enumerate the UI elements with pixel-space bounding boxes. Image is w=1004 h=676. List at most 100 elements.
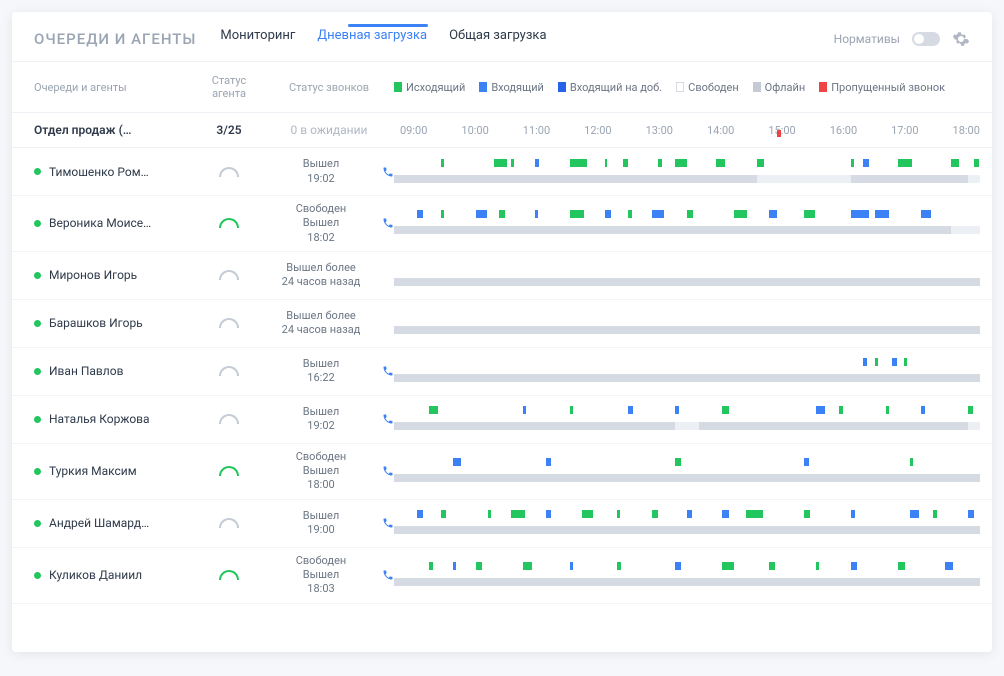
call-segment (875, 358, 879, 366)
call-segment (769, 210, 777, 218)
call-segment (441, 210, 445, 218)
call-status: Вышел19:00 (264, 509, 394, 538)
call-segment (570, 406, 573, 414)
status-arc-icon (219, 570, 239, 580)
tab-1[interactable]: Дневная загрузка (317, 28, 427, 49)
timeline (394, 155, 980, 189)
agent-name: Туркия Максим (34, 464, 194, 478)
phone-icon (382, 517, 394, 529)
call-segment (851, 159, 854, 167)
call-segment (769, 562, 775, 570)
call-status: Вышел19:02 (264, 405, 394, 434)
call-status: Вышел19:02 (264, 157, 394, 186)
call-segment (652, 210, 664, 218)
call-segment (488, 510, 492, 518)
agent-row[interactable]: Иван ПавловВышел16:22 (12, 348, 992, 396)
status-arc-icon (219, 167, 239, 177)
legend-item: Исходящий (394, 81, 465, 94)
availability-segment (394, 422, 675, 430)
call-segment (851, 562, 857, 570)
agent-row[interactable]: Миронов ИгорьВышел более24 часов назад (12, 252, 992, 300)
availability-segment (699, 422, 969, 430)
status-arc-icon (219, 518, 239, 528)
call-segment (921, 406, 925, 414)
phone-icon (382, 465, 394, 477)
call-segment (453, 562, 457, 570)
call-segment (417, 510, 423, 518)
status-arc-icon (219, 218, 239, 228)
call-segment (968, 510, 974, 518)
online-dot-icon (34, 220, 41, 227)
group-waiting: 0 в ожидании (264, 123, 394, 137)
call-segment (933, 510, 937, 518)
status-arc-icon (219, 366, 239, 376)
call-segment (570, 159, 588, 167)
agent-state (194, 218, 264, 228)
phone-icon (382, 166, 394, 178)
call-segment (523, 562, 532, 570)
legend: ИсходящийВходящийВходящий на доб.Свободе… (394, 81, 992, 94)
phone-icon (382, 217, 394, 229)
now-indicator (777, 130, 781, 137)
status-arc-icon (219, 318, 239, 328)
gear-icon[interactable] (952, 30, 970, 48)
call-segment (886, 406, 888, 414)
group-row[interactable]: Отдел продаж (… 3/25 0 в ожидании 09:001… (12, 113, 992, 148)
agent-row[interactable]: Барашков ИгорьВышел более24 часов назад (12, 300, 992, 348)
agent-row[interactable]: Тимошенко Ром…Вышел19:02 (12, 148, 992, 196)
legend-item: Пропущенный звонок (819, 81, 945, 94)
time-tick: 15:00 (768, 124, 795, 137)
agent-name: Иван Павлов (34, 364, 194, 378)
call-segment (851, 510, 855, 518)
call-segment (839, 406, 843, 414)
availability-segment (851, 175, 968, 183)
time-tick: 18:00 (953, 124, 980, 137)
timeline (394, 306, 980, 340)
call-status: Вышел более24 часов назад (264, 309, 394, 338)
status-arc-icon (219, 466, 239, 476)
legend-item: Свободен (676, 81, 739, 94)
call-segment (628, 210, 632, 218)
call-status: СвободенВышел18:02 (264, 202, 394, 245)
agent-row[interactable]: Андрей Шамард…Вышел19:00 (12, 500, 992, 548)
timeline (394, 258, 980, 292)
call-segment (675, 159, 687, 167)
call-segment (716, 159, 725, 167)
call-segment (687, 510, 692, 518)
call-status: СвободенВышел18:00 (264, 450, 394, 493)
call-segment (453, 458, 461, 466)
call-segment (658, 159, 663, 167)
agent-state (194, 466, 264, 476)
call-segment (687, 210, 693, 218)
call-segment (675, 562, 681, 570)
call-segment (951, 159, 960, 167)
norms-toggle[interactable] (912, 32, 940, 46)
online-dot-icon (34, 468, 41, 475)
phone-icon (382, 413, 394, 425)
tab-0[interactable]: Мониторинг (220, 28, 295, 49)
time-tick: 10:00 (461, 124, 488, 137)
online-dot-icon (34, 168, 41, 175)
group-status: 3/25 (194, 123, 264, 137)
call-segment (804, 510, 810, 518)
call-segment (675, 406, 679, 414)
agent-row[interactable]: Туркия Максим СвободенВышел18:00 (12, 444, 992, 500)
tabs: Мониторинг Дневная загрузка Общая загрузка (220, 28, 546, 49)
call-segment (535, 159, 540, 167)
col-queues: Очереди и агенты (34, 81, 194, 94)
call-segment (617, 562, 622, 570)
time-tick: 12:00 (584, 124, 611, 137)
agent-row[interactable]: Вероника Моисе…СвободенВышел18:02 (12, 196, 992, 252)
call-segment (441, 159, 445, 167)
online-dot-icon (34, 416, 41, 423)
agent-row[interactable]: Наталья Коржова Вышел19:02 (12, 396, 992, 444)
agent-row[interactable]: Куликов ДаниилСвободенВышел18:03 (12, 548, 992, 604)
availability-segment (394, 578, 980, 586)
availability-segment (394, 374, 980, 382)
col-agent-status: Статус агента (194, 74, 264, 100)
call-segment (570, 210, 585, 218)
agent-name: Наталья Коржова (34, 412, 194, 426)
status-arc-icon (219, 414, 239, 424)
call-segment (875, 210, 889, 218)
tab-2[interactable]: Общая загрузка (449, 28, 546, 49)
